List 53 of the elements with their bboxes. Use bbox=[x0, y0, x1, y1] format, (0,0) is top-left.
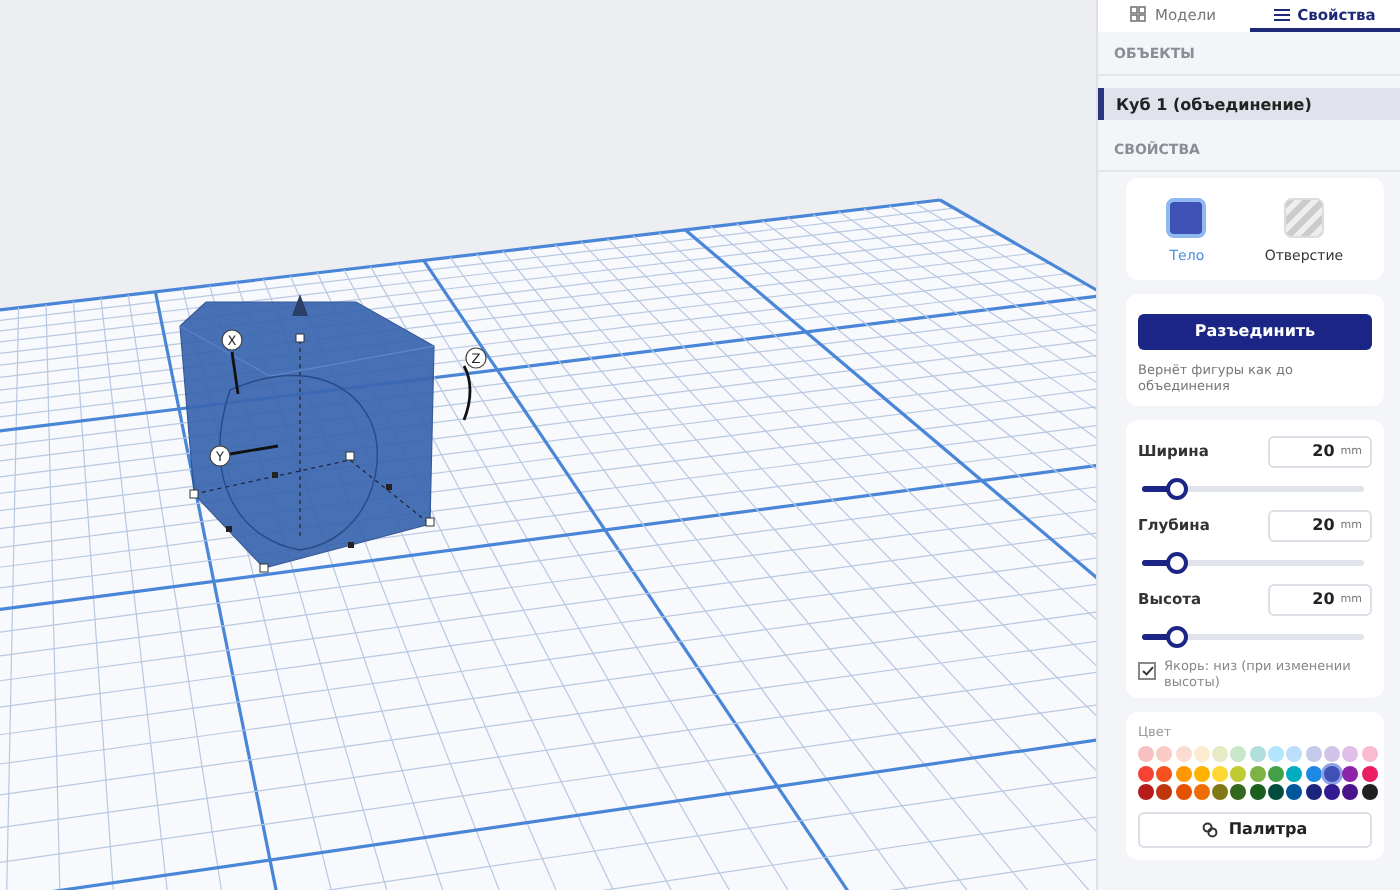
color-swatch[interactable] bbox=[1305, 746, 1322, 763]
color-swatch[interactable] bbox=[1138, 765, 1154, 782]
slider-thumb[interactable] bbox=[1165, 625, 1188, 647]
color-swatch[interactable] bbox=[1175, 746, 1192, 763]
color-swatch[interactable] bbox=[1193, 783, 1210, 800]
object-list-item[interactable]: Куб 1 (объединение) bbox=[1098, 88, 1400, 120]
color-swatch[interactable] bbox=[1193, 765, 1210, 782]
color-swatch[interactable] bbox=[1286, 783, 1303, 800]
color-swatch[interactable] bbox=[1361, 783, 1378, 800]
slider-thumb[interactable] bbox=[1165, 551, 1188, 573]
color-swatch[interactable] bbox=[1230, 783, 1247, 800]
color-swatch[interactable] bbox=[1212, 765, 1229, 782]
palette-button[interactable]: Палитра bbox=[1138, 811, 1372, 848]
hatched-swatch-icon bbox=[1283, 198, 1324, 238]
color-swatch[interactable] bbox=[1249, 783, 1266, 800]
color-swatch[interactable] bbox=[1323, 765, 1340, 782]
color-swatch[interactable] bbox=[1249, 765, 1266, 782]
color-swatch[interactable] bbox=[1175, 765, 1192, 782]
color-swatch[interactable] bbox=[1156, 783, 1173, 800]
sliders-icon bbox=[1273, 7, 1290, 21]
anchor-checkbox[interactable] bbox=[1138, 661, 1156, 679]
color-swatch[interactable] bbox=[1268, 765, 1285, 782]
color-swatch[interactable] bbox=[1249, 746, 1266, 763]
color-swatch[interactable] bbox=[1305, 783, 1322, 800]
color-swatch[interactable] bbox=[1212, 746, 1229, 763]
grid-icon bbox=[1130, 6, 1147, 22]
color-swatch[interactable] bbox=[1212, 783, 1229, 800]
color-swatch[interactable] bbox=[1361, 746, 1378, 763]
color-swatch[interactable] bbox=[1138, 746, 1154, 763]
color-swatch[interactable] bbox=[1230, 746, 1247, 763]
color-swatch[interactable] bbox=[1323, 783, 1340, 800]
slider-thumb[interactable] bbox=[1165, 477, 1188, 499]
color-swatch[interactable] bbox=[1268, 746, 1285, 763]
color-swatch[interactable] bbox=[1286, 746, 1303, 763]
cube-drawing[interactable] bbox=[179, 294, 472, 573]
color-swatch[interactable] bbox=[1230, 765, 1247, 782]
color-swatch[interactable] bbox=[1342, 746, 1359, 763]
solid-swatch-icon bbox=[1166, 198, 1207, 238]
color-swatch[interactable] bbox=[1342, 765, 1359, 782]
color-swatch[interactable] bbox=[1156, 765, 1173, 782]
color-swatch[interactable] bbox=[1323, 746, 1340, 763]
ungroup-button[interactable]: Разъединить bbox=[1138, 313, 1372, 349]
check-icon bbox=[1141, 665, 1153, 675]
color-swatch[interactable] bbox=[1305, 765, 1322, 782]
color-swatch[interactable] bbox=[1175, 783, 1192, 800]
color-swatch[interactable] bbox=[1156, 746, 1173, 763]
color-swatch[interactable] bbox=[1138, 783, 1154, 800]
link-icon bbox=[1202, 821, 1219, 838]
color-swatch[interactable] bbox=[1361, 765, 1378, 782]
color-swatch[interactable] bbox=[1193, 746, 1210, 763]
color-swatch[interactable] bbox=[1342, 783, 1359, 800]
color-swatch[interactable] bbox=[1268, 783, 1285, 800]
color-swatch[interactable] bbox=[1286, 765, 1303, 782]
